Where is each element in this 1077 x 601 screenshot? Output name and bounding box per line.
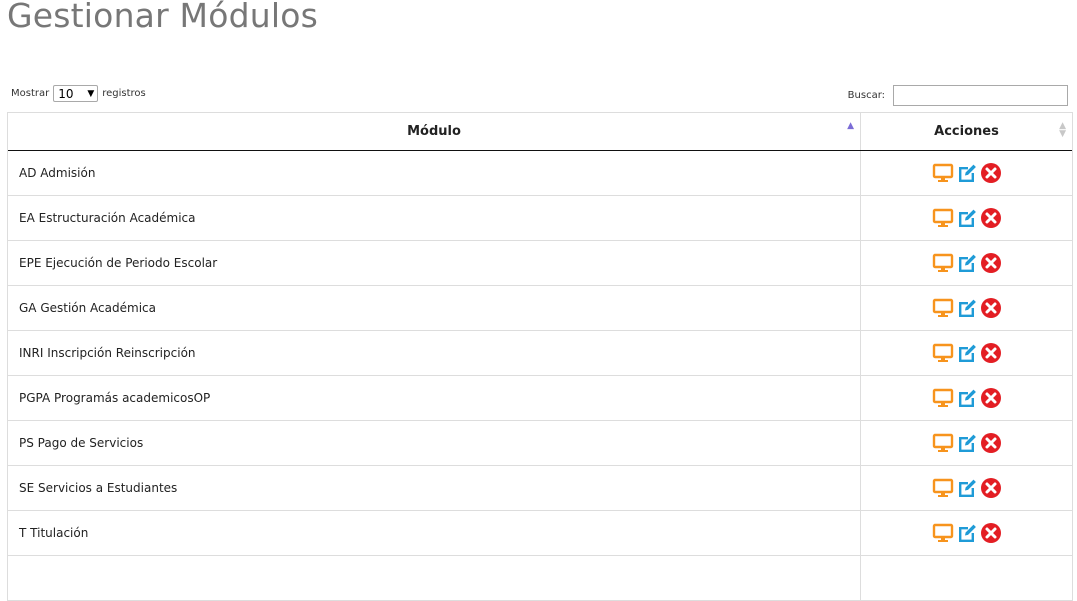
row-actions [932,432,1002,454]
actions-cell [860,375,1072,421]
table-row: PGPA Programás academicosOP [8,375,1072,421]
delete-icon[interactable] [980,162,1002,184]
length-prefix-label: Mostrar [11,88,50,99]
edit-icon[interactable] [956,477,978,499]
actions-cell [860,420,1072,466]
monitor-icon[interactable] [932,162,954,184]
row-actions [932,522,1002,544]
module-cell: PS Pago de Servicios [8,420,861,466]
delete-icon[interactable] [980,387,1002,409]
search-label: Buscar: [847,90,885,101]
monitor-icon[interactable] [932,477,954,499]
row-actions [932,387,1002,409]
table-row [8,555,1072,601]
page-length-select[interactable]: 10 ▼ [53,85,99,102]
monitor-icon[interactable] [932,387,954,409]
edit-icon[interactable] [956,342,978,364]
module-cell: INRI Inscripción Reinscripción [8,330,861,376]
page-title: Gestionar Módulos [7,0,319,35]
module-cell: T Titulación [8,510,861,556]
actions-cell [860,510,1072,556]
monitor-icon[interactable] [932,432,954,454]
search-control: Buscar: [848,85,1068,106]
edit-icon[interactable] [956,387,978,409]
table-row: AD Admisión [8,150,1072,196]
monitor-icon[interactable] [932,342,954,364]
length-control: Mostrar 10 ▼ registros [11,85,146,102]
monitor-icon[interactable] [932,207,954,229]
sort-both-icon: ▲ ▼ [1059,121,1066,139]
module-cell: PGPA Programás academicosOP [8,375,861,421]
row-actions [932,252,1002,274]
row-actions [932,162,1002,184]
modules-table: Módulo ▲ Acciones ▲ ▼ AD Admisión EA Estr… [7,112,1073,601]
table-body: AD Admisión EA Estructuración Académica … [8,150,1072,601]
table-row: SE Servicios a Estudiantes [8,465,1072,511]
sort-ascending-icon: ▲ [847,121,854,131]
delete-icon[interactable] [980,522,1002,544]
delete-icon[interactable] [980,297,1002,319]
module-cell: GA Gestión Académica [8,285,861,331]
delete-icon[interactable] [980,252,1002,274]
actions-cell [860,555,1072,601]
edit-icon[interactable] [956,207,978,229]
table-header-row: Módulo ▲ Acciones ▲ ▼ [8,113,1072,151]
actions-cell [860,195,1072,241]
delete-icon[interactable] [980,342,1002,364]
module-cell: EPE Ejecución de Periodo Escolar [8,240,861,286]
monitor-icon[interactable] [932,297,954,319]
edit-icon[interactable] [956,162,978,184]
column-header-module-label: Módulo [407,124,461,139]
table-row: GA Gestión Académica [8,285,1072,331]
edit-icon[interactable] [956,432,978,454]
row-actions [932,342,1002,364]
delete-icon[interactable] [980,477,1002,499]
page-length-value: 10 [58,86,74,101]
edit-icon[interactable] [956,252,978,274]
row-actions [932,297,1002,319]
edit-icon[interactable] [956,522,978,544]
module-cell: AD Admisión [8,150,861,196]
monitor-icon[interactable] [932,522,954,544]
table-row: T Titulación [8,510,1072,556]
chevron-down-icon: ▼ [87,88,95,99]
column-header-actions-label: Acciones [934,124,999,139]
actions-cell [860,285,1072,331]
column-header-actions[interactable]: Acciones ▲ ▼ [860,113,1072,151]
search-input[interactable] [893,85,1068,106]
table-row: INRI Inscripción Reinscripción [8,330,1072,376]
column-header-module[interactable]: Módulo ▲ [8,113,861,151]
delete-icon[interactable] [980,432,1002,454]
actions-cell [860,240,1072,286]
actions-cell [860,330,1072,376]
actions-cell [860,150,1072,196]
table-row: EPE Ejecución de Periodo Escolar [8,240,1072,286]
monitor-icon[interactable] [932,252,954,274]
delete-icon[interactable] [980,207,1002,229]
row-actions [932,477,1002,499]
length-suffix-label: registros [102,88,146,99]
module-cell [8,555,861,601]
edit-icon[interactable] [956,297,978,319]
table-row: PS Pago de Servicios [8,420,1072,466]
table-row: EA Estructuración Académica [8,195,1072,241]
actions-cell [860,465,1072,511]
module-cell: EA Estructuración Académica [8,195,861,241]
row-actions [932,207,1002,229]
module-cell: SE Servicios a Estudiantes [8,465,861,511]
